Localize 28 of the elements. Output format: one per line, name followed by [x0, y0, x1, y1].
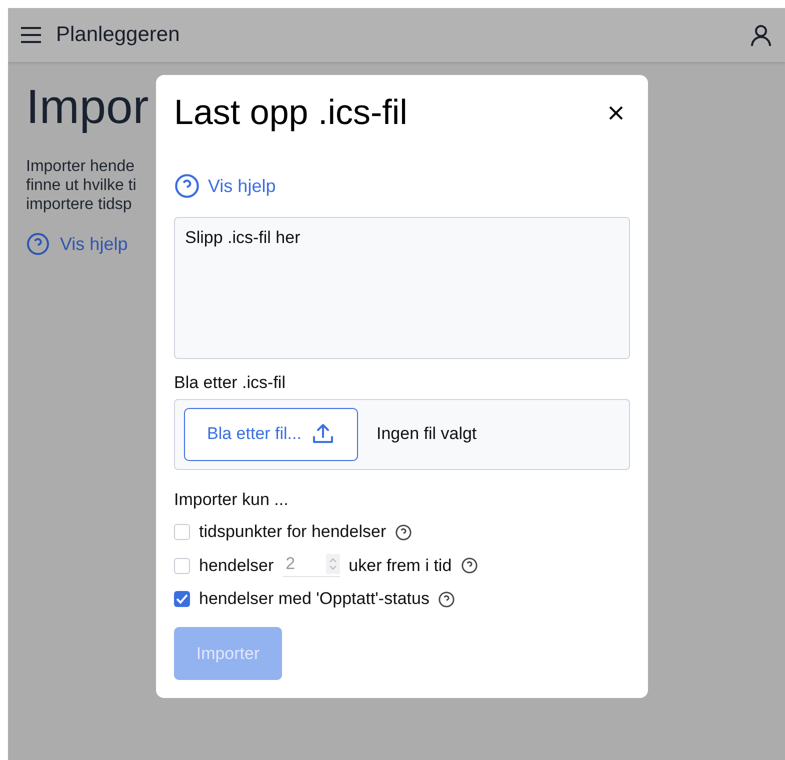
help-icon [26, 232, 50, 256]
user-icon[interactable] [749, 23, 773, 47]
page-heading: Impor [26, 80, 149, 135]
help-icon [395, 524, 412, 541]
checkbox[interactable] [174, 558, 190, 574]
drop-zone[interactable]: Slipp .ics-fil her [174, 217, 630, 358]
option-label: hendelser med 'Opptatt'-status [199, 589, 430, 610]
checkbox[interactable] [174, 591, 190, 608]
option-label: tidspunkter for hendelser [199, 522, 386, 542]
menu-icon[interactable] [20, 26, 42, 44]
option-label: hendelser [199, 556, 274, 576]
intro-text: Importer hende [26, 157, 135, 176]
options-label: Importer kun ... [174, 490, 290, 510]
help-icon [438, 590, 456, 608]
intro-text: finne ut hvilke ti [26, 176, 136, 195]
app-title: Planleggeren [56, 23, 181, 47]
help-link[interactable]: Vis hjelp [60, 234, 128, 254]
checkbox[interactable] [174, 524, 190, 540]
help-icon [460, 557, 478, 574]
browse-label: Bla etter .ics-fil [174, 372, 286, 392]
browse-button[interactable]: Bla etter fil... [184, 408, 358, 461]
option-suffix: uker frem i tid [348, 556, 452, 576]
help-icon [174, 173, 200, 199]
intro-text: importere tidsp [26, 195, 132, 214]
weeks-input[interactable]: 2 [282, 554, 340, 578]
dialog-title: Last opp .ics-fil [174, 93, 408, 133]
help-link[interactable]: Vis hjelp [174, 173, 276, 199]
file-status: Ingen fil valgt [376, 424, 477, 444]
